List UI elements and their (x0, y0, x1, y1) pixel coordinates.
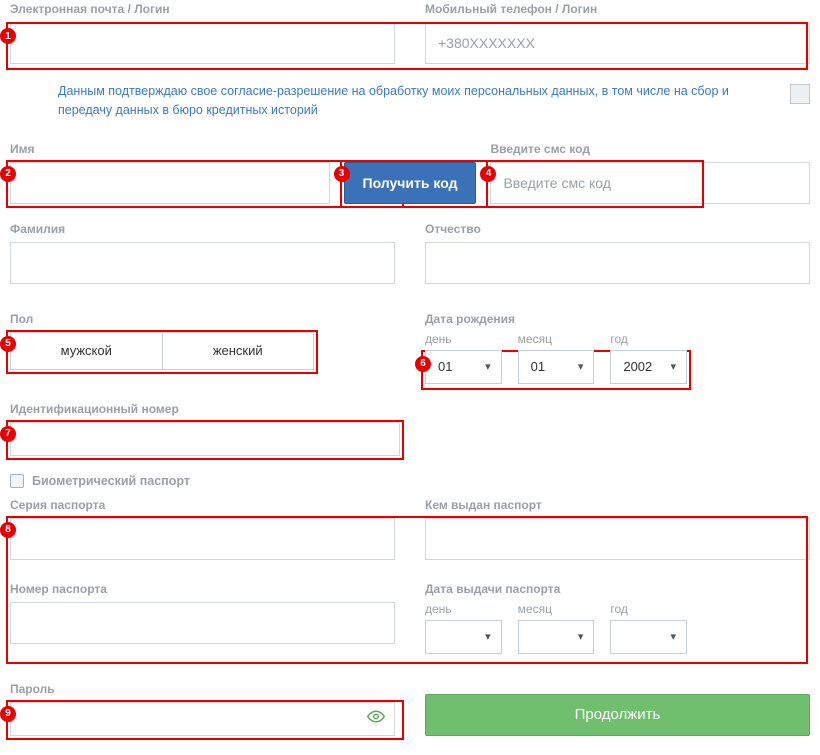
password-input[interactable] (10, 702, 395, 736)
passport-issued-by-input[interactable] (425, 518, 810, 560)
first-name-label: Имя (10, 142, 330, 156)
eye-icon[interactable] (367, 707, 385, 730)
passport-series-label: Серия паспорта (10, 498, 395, 512)
consent-text: Данным подтверждаю свое согласие-разреше… (58, 82, 760, 120)
sms-code-label: Введите смс код (490, 142, 810, 156)
passport-date-day-label: день (425, 602, 502, 616)
passport-series-input[interactable] (10, 518, 395, 560)
last-name-input[interactable] (10, 242, 395, 284)
dob-label: Дата рождения (425, 312, 810, 326)
password-label: Пароль (10, 682, 395, 696)
marker-4: 4 (480, 166, 496, 182)
passport-number-label: Номер паспорта (10, 582, 395, 596)
email-input[interactable] (10, 22, 395, 64)
dob-month-label: месяц (518, 332, 595, 346)
marker-5: 5 (0, 336, 16, 352)
sms-code-input[interactable] (490, 162, 810, 204)
marker-1: 1 (0, 28, 16, 44)
phone-input[interactable] (425, 22, 810, 64)
consent-checkbox[interactable] (790, 84, 810, 104)
phone-label: Мобильный телефон / Логин (425, 2, 810, 16)
passport-date-month-label: месяц (518, 602, 595, 616)
patronymic-label: Отчество (425, 222, 810, 236)
marker-8: 8 (0, 522, 16, 538)
marker-6: 6 (415, 356, 431, 372)
dob-day-label: день (425, 332, 502, 346)
biometric-label: Биометрический паспорт (32, 474, 190, 488)
last-name-label: Фамилия (10, 222, 395, 236)
passport-date-year-select[interactable] (610, 620, 687, 654)
gender-label: Пол (10, 312, 395, 326)
marker-9: 9 (0, 706, 16, 722)
patronymic-input[interactable] (425, 242, 810, 284)
submit-button[interactable]: Продолжить (425, 694, 810, 736)
biometric-checkbox[interactable] (10, 474, 24, 488)
marker-2: 2 (0, 166, 16, 182)
first-name-input[interactable] (10, 162, 330, 204)
get-code-button[interactable]: Получить код (344, 162, 477, 204)
marker-7: 7 (0, 426, 16, 442)
passport-number-input[interactable] (10, 602, 395, 644)
id-number-input[interactable] (10, 422, 400, 456)
email-label: Электронная почта / Логин (10, 2, 395, 16)
gender-female-button[interactable]: женский (162, 333, 314, 369)
passport-date-month-select[interactable] (518, 620, 595, 654)
passport-date-year-label: год (610, 602, 687, 616)
passport-date-label: Дата выдачи паспорта (425, 582, 810, 596)
passport-issued-by-label: Кем выдан паспорт (425, 498, 810, 512)
dob-month-select[interactable]: 01 (518, 350, 595, 384)
dob-day-select[interactable]: 01 (425, 350, 502, 384)
marker-3: 3 (334, 166, 350, 182)
dob-year-label: год (610, 332, 687, 346)
id-number-label: Идентификационный номер (10, 402, 400, 416)
gender-male-button[interactable]: мужской (11, 333, 162, 369)
passport-date-day-select[interactable] (425, 620, 502, 654)
dob-year-select[interactable]: 2002 (610, 350, 687, 384)
